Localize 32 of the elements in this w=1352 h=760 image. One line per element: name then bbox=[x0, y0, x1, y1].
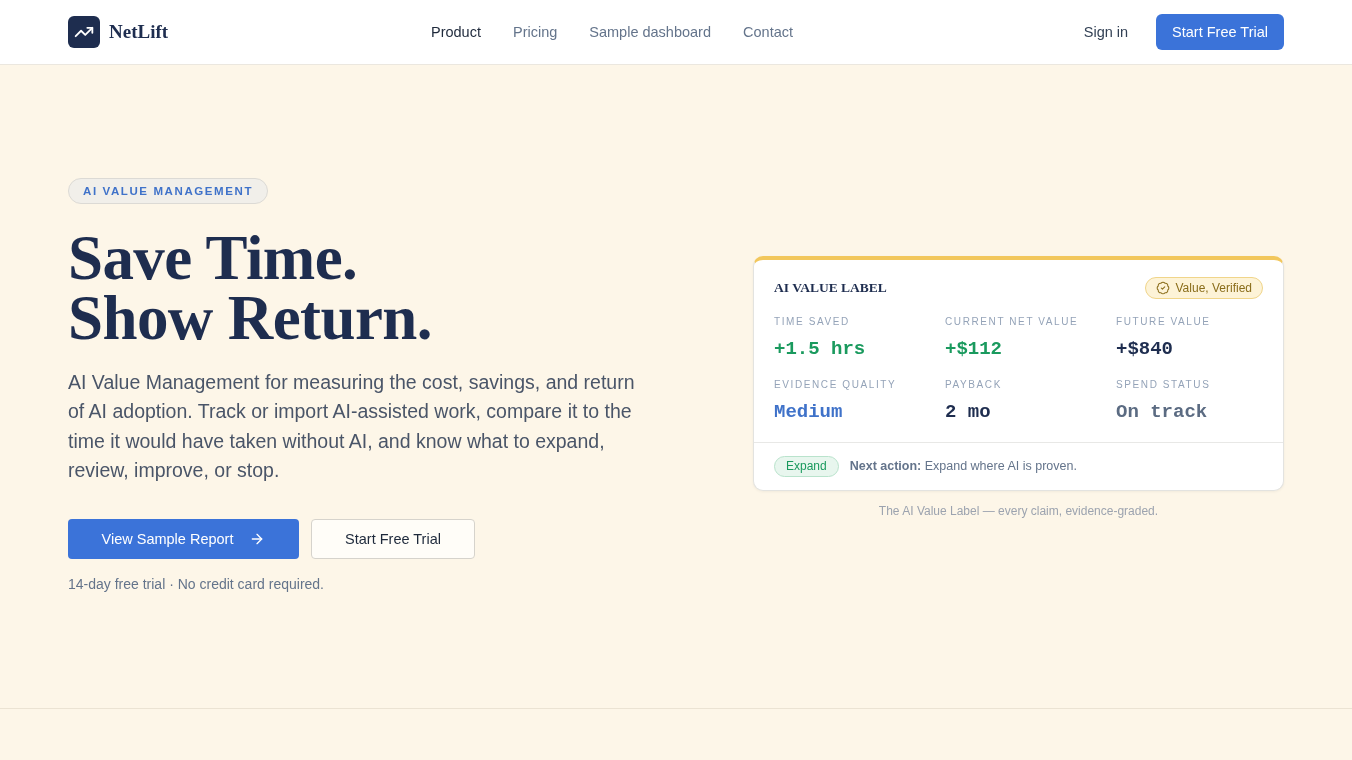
eyebrow-tag: AI VALUE MANAGEMENT bbox=[68, 177, 269, 204]
metric-label: SPEND STATUS bbox=[1116, 377, 1212, 392]
metric-value: +$112 bbox=[945, 336, 1003, 362]
metric-value: 2 mo bbox=[945, 399, 992, 425]
nav-link[interactable]: Pricing bbox=[512, 24, 558, 40]
brand-name: NetLift bbox=[109, 21, 169, 43]
metric-label: EVIDENCE QUALITY bbox=[774, 377, 898, 392]
metric-label: CURRENT NET VALUE bbox=[945, 314, 1080, 329]
trend-arrow-logo-icon bbox=[68, 16, 100, 48]
card-caption: The AI Value Label — every claim, evidence-graded. bbox=[878, 503, 1159, 518]
nav-link[interactable]: Product bbox=[431, 24, 481, 40]
start-trial-button[interactable]: Start Free Trial bbox=[1156, 14, 1284, 50]
trial-note: 14-day free trial · No credit card required. bbox=[68, 575, 324, 592]
metric-label: FUTURE VALUE bbox=[1116, 314, 1212, 329]
view-report-button[interactable]: View Sample Report bbox=[68, 518, 299, 559]
sign-in-link[interactable]: Sign in bbox=[1083, 24, 1129, 40]
nav-link[interactable]: Sample dashboard bbox=[589, 24, 712, 40]
nav-link[interactable]: Contact bbox=[743, 24, 793, 40]
metric-value: +1.5 hrs bbox=[774, 336, 867, 362]
action-tag: Expand bbox=[774, 455, 839, 477]
card-title: AI VALUE LABEL bbox=[774, 279, 887, 296]
hero-headline: Save Time. Show Return. bbox=[68, 227, 432, 348]
metric-value: +$840 bbox=[1116, 336, 1174, 362]
hero-description: AI Value Management for measuring the cost, savings, and return of AI adoption. Track or import AI-assisted work, compare it to the time it would have taken without AI, and know what to expand, review, improve, or stop. bbox=[68, 369, 636, 483]
metric-label: PAYBACK bbox=[945, 377, 1003, 392]
start-trial-button[interactable]: Start Free Trial bbox=[311, 518, 475, 559]
badge-text: Value, Verified bbox=[1175, 280, 1252, 295]
check-badge-icon bbox=[1155, 280, 1170, 295]
metric-label: TIME SAVED bbox=[774, 314, 851, 329]
next-action-text: Next action: Expand where AI is proven. bbox=[849, 459, 1077, 473]
metric-value: Medium bbox=[774, 399, 844, 425]
metric-value: On track bbox=[1116, 399, 1209, 425]
